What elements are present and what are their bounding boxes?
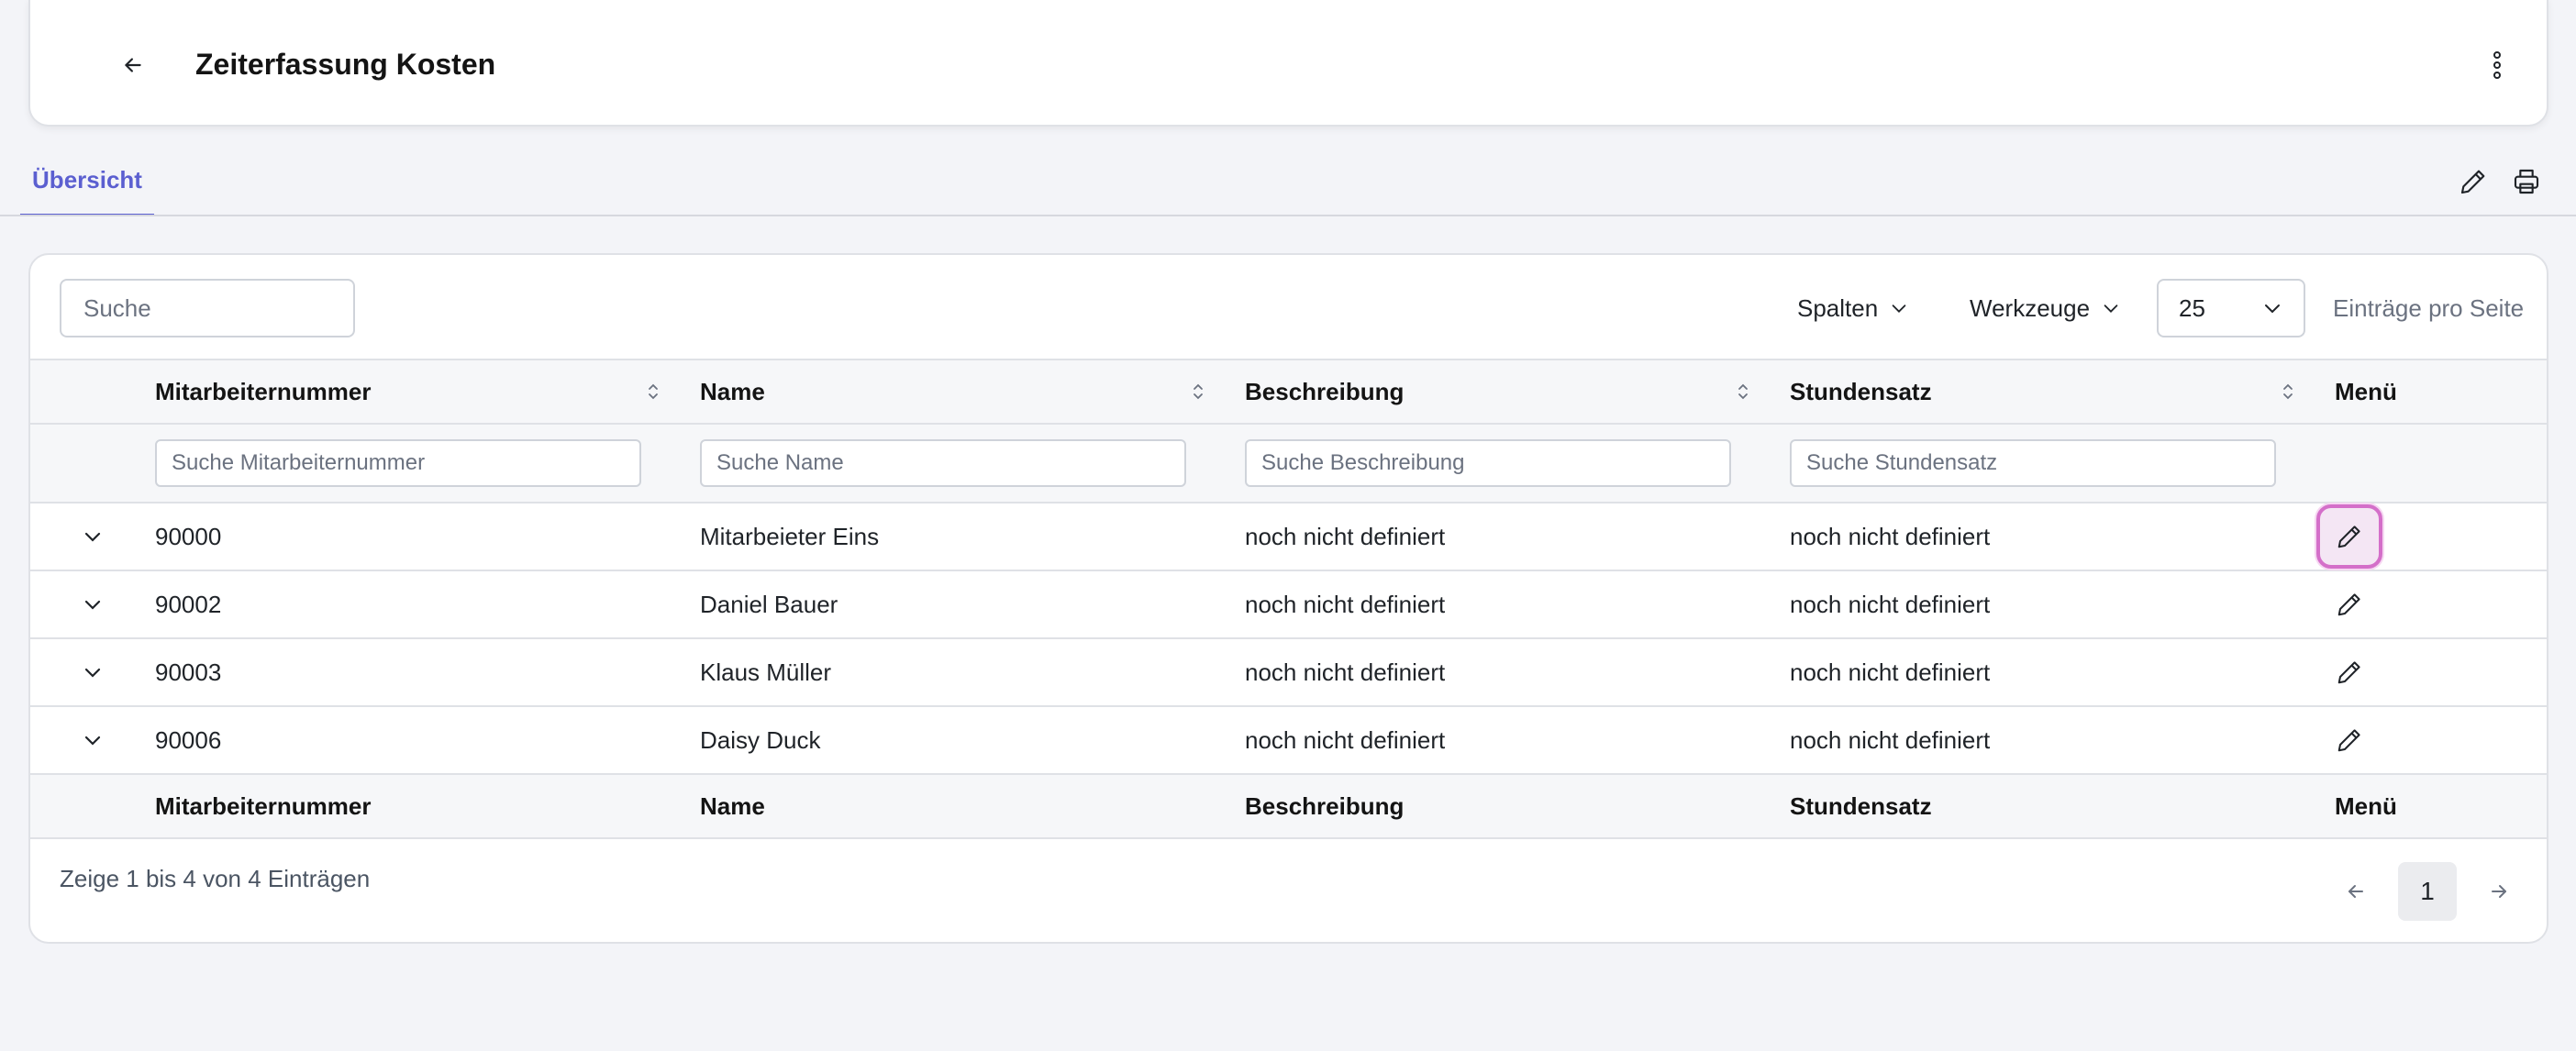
table-row: 90006 Daisy Duck noch nicht definiert no… [30, 706, 2547, 774]
arrow-left-icon [2348, 885, 2363, 898]
chevron-down-icon [2104, 304, 2118, 313]
filter-stundensatz-input[interactable] [1790, 439, 2276, 487]
foot-name: Name [700, 774, 1245, 838]
cell-stundensatz: noch nicht definiert [1790, 658, 1991, 686]
cell-beschreibung: noch nicht definiert [1245, 725, 1446, 754]
back-arrow-icon [125, 58, 141, 72]
chevron-down-icon [84, 600, 101, 610]
more-menu-button[interactable] [2474, 42, 2520, 88]
edit-row-button[interactable] [2316, 504, 2382, 569]
pencil-icon [2460, 170, 2485, 194]
col-header-beschreibung[interactable]: Beschreibung [1245, 360, 1790, 424]
cell-stundensatz: noch nicht definiert [1790, 590, 1991, 618]
col-header-menu: Menü [2335, 360, 2547, 424]
tab-divider [0, 215, 2576, 216]
table-filter-row [30, 424, 2547, 503]
table-header-row: Mitarbeiternummer Name Beschreibung Stun… [30, 360, 2547, 424]
tab-label: Übersicht [32, 166, 142, 194]
page-number-button[interactable]: 1 [2398, 862, 2457, 921]
tools-dropdown[interactable]: Werkzeuge [1970, 288, 2121, 328]
pencil-icon [2337, 729, 2360, 752]
chevron-down-icon [84, 668, 101, 678]
cell-name: Daniel Bauer [700, 590, 838, 618]
columns-label: Spalten [1797, 293, 1879, 322]
foot-menu: Menü [2335, 774, 2547, 838]
pencil-icon [2337, 526, 2360, 548]
filter-name-input[interactable] [700, 439, 1186, 487]
cell-name: Mitarbeieter Eins [700, 522, 880, 550]
printer-icon [2514, 169, 2539, 194]
kebab-menu-icon [2493, 51, 2501, 79]
header-card: Zeiterfassung Kosten [28, 0, 2548, 127]
edit-page-button[interactable] [2453, 161, 2493, 202]
table-row: 90000 Mitarbeieter Eins noch nicht defin… [30, 503, 2547, 570]
cell-nummer: 90000 [155, 522, 222, 550]
table-footer-row: Mitarbeiternummer Name Beschreibung Stun… [30, 774, 2547, 838]
filter-mitarbeiternummer-input[interactable] [155, 439, 641, 487]
edit-row-button[interactable] [2316, 572, 2382, 636]
sort-icon[interactable] [1190, 382, 1206, 402]
back-button[interactable] [107, 42, 159, 88]
sort-icon[interactable] [1735, 382, 1751, 402]
expand-row-button[interactable] [74, 654, 111, 691]
sort-icon[interactable] [645, 382, 661, 402]
pagination-info: Zeige 1 bis 4 von 4 Einträgen [60, 865, 371, 892]
filter-beschreibung-input[interactable] [1245, 439, 1731, 487]
edit-row-button[interactable] [2316, 640, 2382, 704]
chevron-down-icon [84, 736, 101, 746]
pagination: 1 [2337, 862, 2517, 921]
tab-uebersicht[interactable]: Übersicht [20, 163, 154, 216]
prev-page-button[interactable] [2337, 873, 2374, 910]
per-page-select[interactable]: 25 [2157, 279, 2305, 337]
chevron-down-icon [1892, 304, 1906, 313]
data-table: Mitarbeiternummer Name Beschreibung Stun… [30, 359, 2547, 839]
foot-beschreibung: Beschreibung [1245, 774, 1790, 838]
cell-name: Daisy Duck [700, 725, 821, 754]
tab-bar: Übersicht [0, 147, 2576, 216]
col-header-name[interactable]: Name [700, 360, 1245, 424]
print-button[interactable] [2506, 161, 2547, 202]
table-row: 90003 Klaus Müller noch nicht definiert … [30, 638, 2547, 706]
cell-stundensatz: noch nicht definiert [1790, 522, 1991, 550]
edit-row-button[interactable] [2316, 708, 2382, 772]
next-page-button[interactable] [2481, 873, 2517, 910]
foot-mitarbeiternummer: Mitarbeiternummer [155, 774, 700, 838]
per-page-value: 25 [2179, 293, 2205, 322]
expand-header [30, 360, 155, 424]
expand-row-button[interactable] [74, 586, 111, 623]
tools-label: Werkzeuge [1970, 293, 2091, 322]
cell-beschreibung: noch nicht definiert [1245, 522, 1446, 550]
table-row: 90002 Daniel Bauer noch nicht definiert … [30, 570, 2547, 638]
col-header-stundensatz[interactable]: Stundensatz [1790, 360, 2335, 424]
cell-beschreibung: noch nicht definiert [1245, 658, 1446, 686]
page-title: Zeiterfassung Kosten [195, 48, 496, 81]
chevron-down-icon [84, 532, 101, 542]
per-page-label: Einträge pro Seite [2333, 294, 2525, 322]
cell-nummer: 90003 [155, 658, 222, 686]
sort-icon[interactable] [2280, 382, 2296, 402]
cell-nummer: 90006 [155, 725, 222, 754]
col-header-mitarbeiternummer[interactable]: Mitarbeiternummer [155, 360, 700, 424]
chevron-down-icon [2265, 304, 2280, 314]
pencil-icon [2337, 661, 2360, 684]
columns-dropdown[interactable]: Spalten [1797, 288, 1909, 328]
expand-row-button[interactable] [74, 518, 111, 555]
cell-nummer: 90002 [155, 590, 222, 618]
cell-name: Klaus Müller [700, 658, 832, 686]
arrow-right-icon [2492, 885, 2506, 898]
cell-stundensatz: noch nicht definiert [1790, 725, 1991, 754]
foot-stundensatz: Stundensatz [1790, 774, 2335, 838]
search-input[interactable] [60, 279, 355, 337]
expand-row-button[interactable] [74, 722, 111, 758]
table-card: Spalten Werkzeuge 25 Einträge pro Seite … [28, 253, 2548, 944]
pencil-icon [2337, 593, 2360, 616]
cell-beschreibung: noch nicht definiert [1245, 590, 1446, 618]
